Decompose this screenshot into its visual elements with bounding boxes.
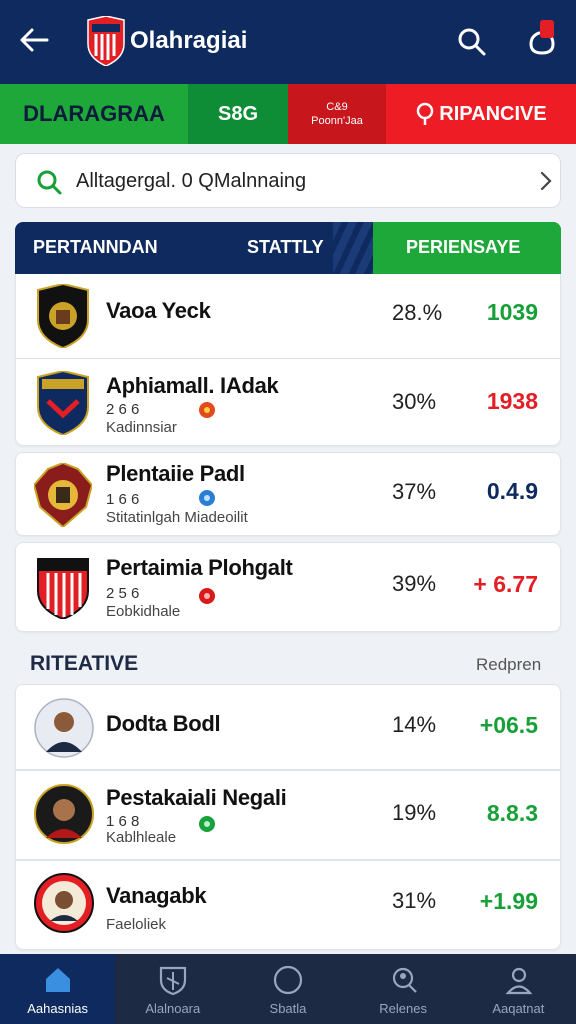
column-header-team[interactable]: PERTANNDAN	[33, 237, 158, 258]
team-name: Vaoa Yeck	[106, 298, 211, 323]
player-percentage: 14%	[392, 712, 437, 737]
nav-label: Aaqatnat	[492, 1001, 545, 1016]
banner-segment-4: RIPANCIVE	[386, 84, 576, 144]
nav-item-circle[interactable]: Sbatla	[230, 954, 345, 1024]
banner-seg3-line1: C&9	[326, 101, 348, 113]
team-crest-icon	[34, 463, 92, 527]
team-name: Pertaimia Plohgalt	[106, 555, 293, 580]
nav-item-shield[interactable]: Alalnoara	[115, 954, 230, 1024]
banner-segment-1: DLARAGRAA	[0, 84, 188, 144]
team-value: 0.4.9	[486, 478, 538, 504]
circle-icon	[274, 965, 303, 995]
search-icon	[458, 28, 486, 56]
table-header: PERTANNDAN STATTLY PERIENSAYE	[15, 222, 561, 274]
banner-seg3-line2: Poonn'Jaa	[311, 115, 363, 127]
team-percentage: 30%	[392, 389, 437, 414]
team-subtitle: Stitatinlgah Miadeoilit	[106, 509, 248, 526]
team-percentage: 37%	[392, 479, 437, 504]
flower-badge-icon	[199, 490, 215, 506]
banner-segment-3: C&9 Poonn'Jaa	[288, 84, 386, 144]
player-percentage: 19%	[392, 800, 437, 825]
flower-badge-icon	[199, 402, 215, 418]
player-row[interactable]: Dodta Bodl 14% +06.5	[15, 684, 561, 770]
player-avatar	[34, 698, 94, 758]
chevron-right-icon	[540, 171, 552, 191]
header-stripes	[333, 222, 373, 274]
nav-label: Sbatla	[269, 1001, 307, 1016]
team-stats: 2 5 6	[106, 585, 140, 602]
player-row[interactable]: Pestakaiali Negali 1 6 8 Kablhleale 19% …	[15, 770, 561, 860]
back-button[interactable]	[16, 22, 52, 58]
team-subtitle: Eobkidhale	[106, 603, 181, 620]
player-value: +1.99	[479, 888, 538, 914]
player-name: Vanagabk	[106, 883, 207, 908]
back-arrow-icon	[20, 28, 49, 52]
player-subtitle: Faeloliek	[106, 916, 167, 933]
app-title: Olahragiai	[130, 27, 248, 54]
search-people-icon	[392, 967, 417, 993]
team-stats: 2 6 6	[106, 401, 140, 418]
nav-item-home[interactable]: Aahasnias	[0, 954, 116, 1024]
team-percentage: 28.%	[392, 300, 443, 325]
column-header-stat[interactable]: STATTLY	[247, 237, 324, 258]
team-subtitle: Kadinnsiar	[106, 419, 177, 436]
flower-badge-icon	[199, 588, 215, 604]
team-percentage: 39%	[392, 571, 437, 596]
search-icon	[37, 170, 62, 195]
flower-badge-icon	[199, 816, 215, 832]
player-avatar	[34, 784, 94, 844]
app-header: Olahragiai	[0, 0, 576, 84]
user-icon	[505, 967, 533, 995]
nav-item-search-people[interactable]: Relenes	[346, 954, 461, 1024]
team-name: Plentaiie Padl	[106, 461, 245, 486]
team-crest-logo	[87, 16, 125, 66]
nav-label: Alalnoara	[145, 1001, 201, 1016]
search-input[interactable]: Alltagergal. 0 QMalnnaing	[76, 170, 306, 193]
team-row[interactable]: Plentaiie Padl 1 6 6 Stitatinlgah Miadeo…	[15, 452, 561, 536]
column-header-percentage[interactable]: PERIENSAYE	[406, 237, 520, 258]
section-title: RITEATIVE	[30, 652, 139, 675]
home-icon	[46, 968, 70, 992]
location-pin-icon	[417, 102, 434, 125]
player-stats: 1 6 8	[106, 813, 140, 830]
team-row[interactable]: Vaoa Yeck 28.% 1039	[15, 274, 561, 359]
banner-segment-2: S8G	[188, 84, 288, 144]
banner-seg4-label: RIPANCIVE	[439, 102, 547, 125]
team-value: 1039	[486, 299, 538, 325]
team-name: Aphiamall. IAdak	[106, 373, 279, 398]
search-bar[interactable]: Alltagergal. 0 QMalnnaing	[15, 153, 561, 208]
player-value: +06.5	[479, 712, 538, 738]
team-crest-icon	[37, 371, 89, 435]
team-row[interactable]: Pertaimia Plohgalt 2 5 6 Eobkidhale 39% …	[15, 542, 561, 632]
player-percentage: 31%	[392, 888, 437, 913]
team-value: + 6.77	[473, 571, 538, 597]
player-name: Pestakaiali Negali	[106, 785, 287, 810]
player-avatar	[34, 873, 94, 933]
notification-badge	[540, 20, 554, 38]
team-crest-icon	[37, 558, 89, 619]
player-name: Dodta Bodl	[106, 711, 221, 736]
bottom-navigation: Aahasnias Alalnoara Sbatla Relenes Aaqat…	[0, 954, 576, 1024]
shield-icon	[160, 966, 187, 996]
nav-label: Relenes	[379, 1001, 427, 1016]
team-stats: 1 6 6	[106, 491, 140, 508]
player-row[interactable]: Vanagabk Faeloliek 31% +1.99	[15, 860, 561, 950]
nav-label: Aahasnias	[27, 1001, 88, 1016]
promo-banner[interactable]: DLARAGRAA S8G C&9 Poonn'Jaa RIPANCIVE	[0, 84, 576, 144]
player-value: 8.8.3	[486, 800, 538, 826]
search-button[interactable]	[454, 24, 490, 60]
team-crest-icon	[37, 284, 89, 348]
player-subtitle: Kablhleale	[106, 829, 177, 846]
team-value: 1938	[486, 388, 538, 414]
team-row[interactable]: Aphiamall. IAdak 2 6 6 Kadinnsiar 30% 19…	[15, 358, 561, 446]
nav-item-account[interactable]: Aaqatnat	[461, 954, 576, 1024]
section-link[interactable]: Redpren	[476, 655, 541, 675]
